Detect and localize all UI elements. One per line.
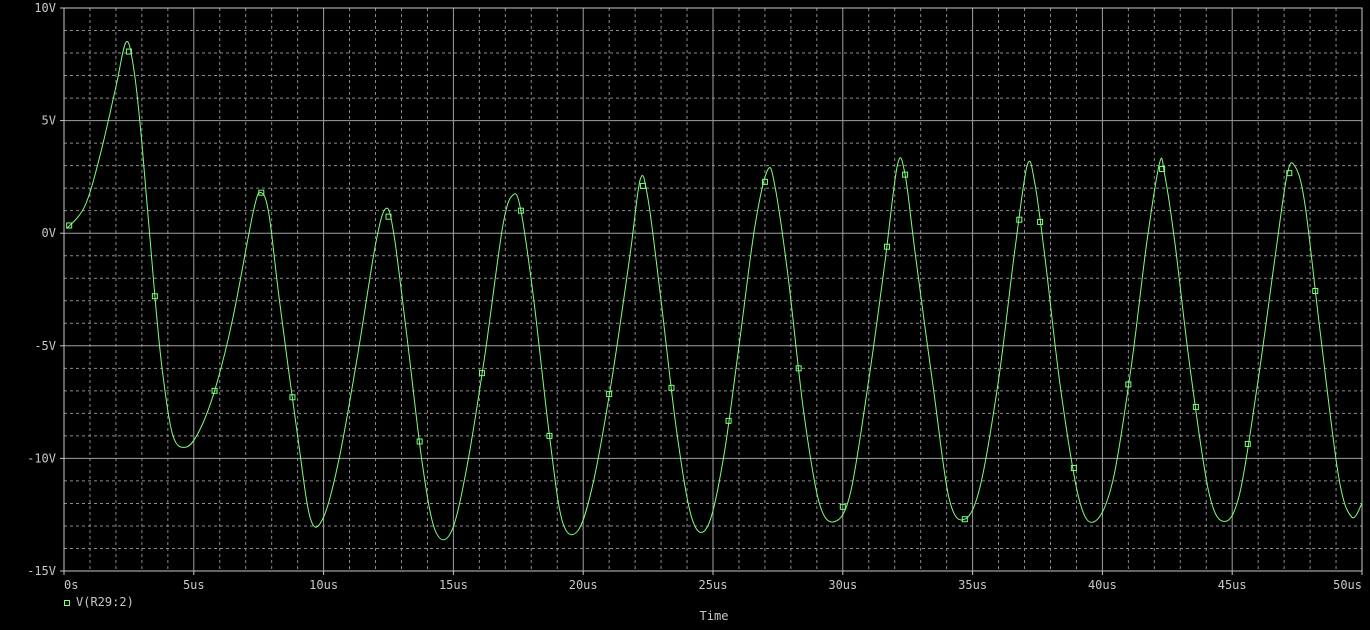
trace-layer <box>66 41 1363 541</box>
x-tick-label: 0s <box>64 578 78 592</box>
grid <box>63 7 1363 572</box>
legend-marker-icon <box>64 599 70 606</box>
waveform-chart: 0s 5us 10us 15us 20us 25us 30us 35us 40us 45us 50u… <box>27 1 1363 592</box>
data-marker <box>639 182 646 189</box>
x-tick-label: 5us <box>183 578 205 592</box>
legend-label: V(R29:2) <box>76 595 134 609</box>
x-tick-label: 25us <box>699 578 728 592</box>
y-tick-label: -10V <box>27 451 56 465</box>
series-line <box>66 41 1363 541</box>
x-tick-label: 40us <box>1088 578 1117 592</box>
y-tick-label: 5V <box>42 114 56 128</box>
data-marker <box>1244 440 1251 447</box>
y-tick-label: -5V <box>34 339 56 353</box>
x-tick-label: 30us <box>828 578 857 592</box>
axes <box>60 7 1363 575</box>
x-axis-label: Time <box>699 609 729 623</box>
x-tick-label: 15us <box>439 578 468 592</box>
x-tick-label: 45us <box>1218 578 1247 592</box>
y-tick-label: 10V <box>34 1 56 15</box>
y-tick-label: -15V <box>27 564 56 578</box>
x-tick-label: 20us <box>569 578 598 592</box>
plot-area: 0s 5us 10us 15us 20us 25us 30us 35us 40us 45us 50u… <box>0 0 1370 625</box>
x-tick-label: 10us <box>309 578 338 592</box>
legend: V(R29:2) <box>64 595 134 609</box>
y-tick-label: 0V <box>42 226 56 240</box>
x-tick-label: 35us <box>958 578 987 592</box>
x-tick-label: 50us <box>1333 578 1362 592</box>
